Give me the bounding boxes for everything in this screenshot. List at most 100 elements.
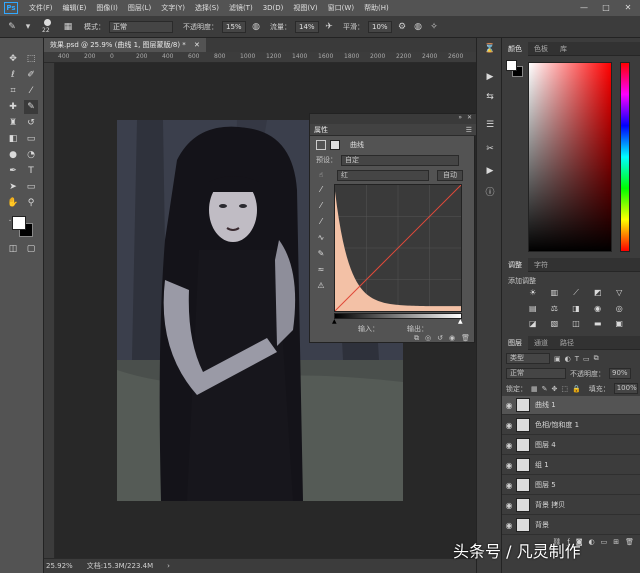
exposure-icon[interactable]: ◩: [587, 288, 609, 298]
fill-input[interactable]: 100%: [613, 383, 638, 394]
brush-preset-picker[interactable]: 22: [38, 18, 58, 36]
eraser-tool-icon[interactable]: ◧: [6, 132, 20, 146]
auto-button[interactable]: 自动: [437, 169, 463, 181]
adjustment-icon[interactable]: ◐: [589, 538, 595, 552]
tab-libraries[interactable]: 库: [554, 42, 573, 56]
invert-icon[interactable]: ◪: [522, 319, 544, 328]
history-brush-tool-icon[interactable]: ↺: [24, 116, 38, 130]
document-tab[interactable]: 效果.psd @ 25.9% (曲线 1, 图层蒙版/8) * ✕: [44, 38, 206, 52]
symmetry-icon[interactable]: ✧: [428, 21, 440, 33]
filter-shape-icon[interactable]: ▭: [583, 355, 590, 363]
clip-to-layer-icon[interactable]: ⧉: [414, 334, 419, 343]
screen-mode-icon[interactable]: ▢: [24, 242, 38, 256]
gradient-tool-icon[interactable]: ▭: [24, 132, 38, 146]
clipping-warning-icon[interactable]: ⚠: [315, 280, 327, 292]
color-balance-icon[interactable]: ⚖: [544, 304, 566, 313]
menu-filter[interactable]: 滤镜(T): [224, 3, 258, 13]
layer-filter-select[interactable]: 类型: [506, 353, 550, 364]
menu-select[interactable]: 选择(S): [190, 3, 224, 13]
black-white-icon[interactable]: ◨: [565, 304, 587, 313]
tools-preset-icon[interactable]: ✂: [483, 142, 497, 156]
vibrance-icon[interactable]: ▽: [608, 288, 630, 298]
menu-window[interactable]: 窗口(W): [323, 3, 359, 13]
crop-tool-icon[interactable]: ⌗: [6, 84, 20, 98]
posterize-icon[interactable]: ▧: [544, 319, 566, 328]
mode-select[interactable]: 正常: [109, 20, 173, 33]
pencil-draw-icon[interactable]: ✎: [315, 248, 327, 260]
menu-image[interactable]: 图像(I): [91, 3, 123, 13]
close-button[interactable]: ✕: [618, 0, 638, 16]
close-icon[interactable]: ✕: [194, 41, 200, 49]
menu-edit[interactable]: 编辑(E): [58, 3, 92, 13]
foreground-color-swatch[interactable]: [12, 216, 26, 230]
minimize-button[interactable]: —: [574, 0, 594, 16]
gray-point-eyedropper-icon[interactable]: ⁄: [315, 216, 327, 228]
maximize-button[interactable]: □: [596, 0, 616, 16]
blend-mode-select[interactable]: 正常: [506, 368, 566, 379]
foreground-color-swatch[interactable]: [506, 60, 517, 71]
threshold-icon[interactable]: ◫: [565, 319, 587, 328]
quick-mask-icon[interactable]: ◫: [6, 242, 20, 256]
color-fg-bg-swatches[interactable]: [506, 60, 524, 78]
healing-brush-tool-icon[interactable]: ✚: [6, 100, 20, 114]
menu-layer[interactable]: 图层(L): [123, 3, 156, 13]
menu-3d[interactable]: 3D(D): [258, 4, 289, 12]
channel-mixer-icon[interactable]: ◎: [608, 304, 630, 313]
brush-settings-icon[interactable]: ▦: [62, 21, 74, 33]
layer-row[interactable]: ◉ 色相/饱和度 1: [502, 416, 640, 435]
blur-tool-icon[interactable]: ●: [6, 148, 20, 162]
filter-type-icon[interactable]: T: [575, 355, 579, 363]
filter-adjust-icon[interactable]: ◐: [565, 355, 571, 363]
lock-position-icon[interactable]: ✥: [552, 385, 558, 393]
hand-tool-icon[interactable]: ✋: [6, 196, 20, 210]
mask-icon[interactable]: [330, 140, 340, 150]
history-icon[interactable]: ⌛: [483, 42, 497, 56]
zoom-tool-icon[interactable]: ⚲: [24, 196, 38, 210]
brush-tool-icon[interactable]: ✎: [24, 100, 38, 114]
eye-icon[interactable]: ◉: [502, 441, 516, 450]
pen-tool-icon[interactable]: ✒: [6, 164, 20, 178]
dodge-tool-icon[interactable]: ◔: [24, 148, 38, 162]
lock-pixels-icon[interactable]: ▦: [531, 385, 538, 393]
path-select-tool-icon[interactable]: ➤: [6, 180, 20, 194]
zoom-level[interactable]: 25.92%: [46, 562, 73, 570]
opacity-input[interactable]: 15%: [222, 20, 246, 33]
eye-icon[interactable]: ◉: [502, 401, 516, 410]
view-previous-icon[interactable]: ◎: [425, 334, 431, 342]
color-picker-field[interactable]: [528, 62, 612, 252]
lock-paint-icon[interactable]: ✎: [542, 385, 548, 393]
curve-points-icon[interactable]: ∿: [315, 232, 327, 244]
brush-tool-icon[interactable]: ✎: [6, 21, 18, 33]
hue-saturation-icon[interactable]: ▤: [522, 304, 544, 313]
tab-color[interactable]: 颜色: [502, 41, 528, 56]
pressure-opacity-icon[interactable]: ◍: [250, 21, 262, 33]
hue-slider[interactable]: [620, 62, 630, 252]
folder-icon[interactable]: ▭: [601, 538, 608, 552]
tab-character[interactable]: 字符: [528, 258, 554, 272]
layer-row[interactable]: ◉ 曲线 1: [502, 396, 640, 415]
selective-color-icon[interactable]: ▣: [608, 319, 630, 328]
gradient-map-icon[interactable]: ▬: [587, 319, 609, 328]
levels-icon[interactable]: ▥: [544, 288, 566, 298]
new-layer-icon[interactable]: ⊞: [613, 538, 619, 552]
airbrush-icon[interactable]: ✈: [323, 21, 335, 33]
channel-select[interactable]: 红: [337, 169, 429, 181]
layer-opacity-input[interactable]: 90%: [609, 368, 631, 379]
close-icon[interactable]: ✕: [467, 114, 472, 121]
info-icon[interactable]: ⓘ: [483, 186, 497, 200]
trash-icon[interactable]: 🗑: [625, 538, 634, 552]
target-adjust-icon[interactable]: ☝: [315, 171, 327, 179]
eye-icon[interactable]: ◉: [502, 421, 516, 430]
trash-icon[interactable]: 🗑: [461, 334, 470, 342]
color-swatches[interactable]: [10, 214, 36, 240]
menu-help[interactable]: 帮助(H): [359, 3, 394, 13]
filter-smart-icon[interactable]: ⧉: [594, 354, 599, 363]
preset-select[interactable]: 自定: [341, 154, 459, 166]
eye-icon[interactable]: ◉: [502, 481, 516, 490]
eye-icon[interactable]: ◉: [502, 501, 516, 510]
eye-icon[interactable]: ◉: [502, 461, 516, 470]
properties-icon[interactable]: ☰: [483, 118, 497, 132]
collapse-icon[interactable]: »: [458, 114, 462, 121]
menu-view[interactable]: 视图(V): [288, 3, 322, 13]
brightness-icon[interactable]: ☀: [522, 288, 544, 298]
